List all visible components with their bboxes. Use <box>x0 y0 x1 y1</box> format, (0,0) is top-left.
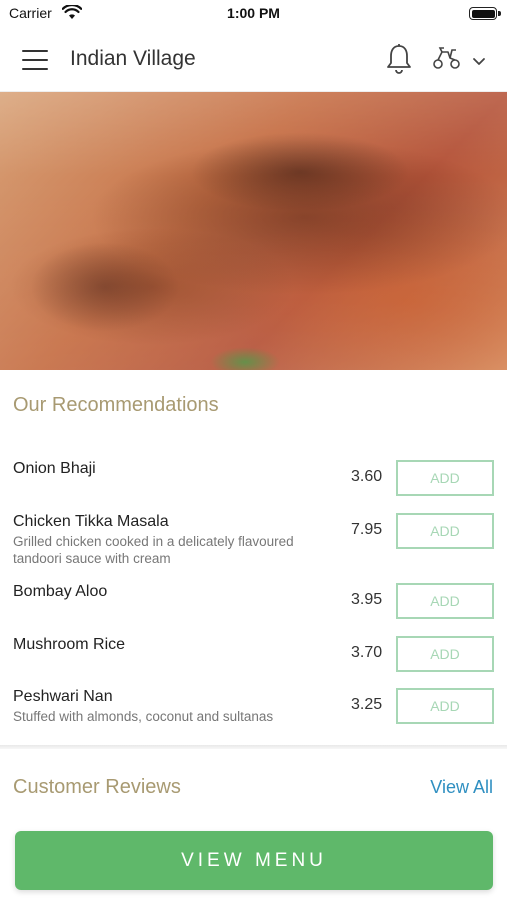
app-header: Indian Village <box>0 28 507 92</box>
section-divider <box>0 745 507 749</box>
add-button[interactable]: ADD <box>396 688 494 724</box>
recommendations-title: Our Recommendations <box>13 394 219 416</box>
add-button[interactable]: ADD <box>396 636 494 672</box>
status-bar: Carrier 1:00 PM <box>0 0 507 28</box>
battery-icon <box>469 7 497 20</box>
add-button[interactable]: ADD <box>396 513 494 549</box>
add-button[interactable]: ADD <box>396 583 494 619</box>
hero-food-image <box>0 92 507 370</box>
item-name: Chicken Tikka Masala <box>13 513 169 530</box>
chevron-down-icon[interactable] <box>472 54 486 72</box>
item-price: 3.95 <box>351 591 383 608</box>
item-price: 3.25 <box>351 696 383 713</box>
item-price: 3.60 <box>351 468 383 485</box>
item-price: 7.95 <box>351 521 383 538</box>
scooter-icon[interactable] <box>432 46 462 75</box>
item-description: Grilled chicken cooked in a delicately f… <box>13 534 294 566</box>
item-name: Onion Bhaji <box>13 460 96 477</box>
view-menu-button[interactable]: VIEW MENU <box>15 831 493 890</box>
item-description: Stuffed with almonds, coconut and sultan… <box>13 709 274 724</box>
bell-icon[interactable] <box>385 43 413 80</box>
add-button[interactable]: ADD <box>396 460 494 496</box>
battery-tip <box>498 11 501 16</box>
menu-icon[interactable] <box>22 50 48 70</box>
reviews-title: Customer Reviews <box>13 776 181 798</box>
restaurant-title: Indian Village <box>70 47 196 70</box>
item-name: Bombay Aloo <box>13 583 108 600</box>
item-name: Peshwari Nan <box>13 688 113 705</box>
item-name: Mushroom Rice <box>13 636 126 653</box>
view-all-link[interactable]: View All <box>430 777 493 798</box>
item-price: 3.70 <box>351 644 383 661</box>
status-time: 1:00 PM <box>227 5 280 21</box>
